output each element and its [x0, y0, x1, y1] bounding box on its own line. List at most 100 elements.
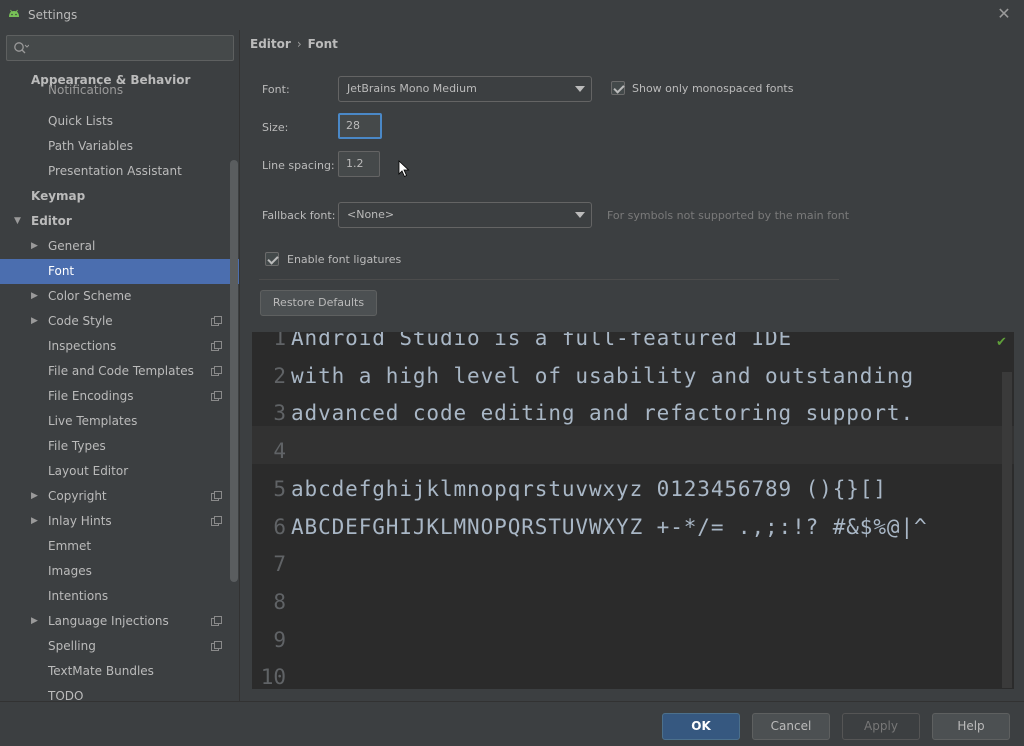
sidebar-scrollbar[interactable] [230, 160, 238, 582]
project-scope-icon [211, 516, 222, 526]
sidebar-item-label: TextMate Bundles [48, 664, 154, 678]
sidebar-item-label: Inlay Hints [48, 514, 112, 528]
sidebar-item-file-and-code-templates[interactable]: File and Code Templates [0, 359, 239, 384]
sidebar-item-language-injections[interactable]: ▶ Language Injections [0, 609, 239, 634]
line-number: 6 [273, 514, 286, 539]
breadcrumb-current: Font [307, 37, 338, 51]
line-number: 4 [273, 439, 286, 464]
font-preview-editor[interactable]: 1 Android Studio is a full-featured IDE 2 w… [252, 332, 1014, 689]
sidebar-item-general[interactable]: ▶ General [0, 234, 239, 259]
sidebar-item-path-variables[interactable]: Path Variables [0, 134, 239, 159]
sidebar-item-label: Images [48, 564, 92, 578]
project-scope-icon [211, 316, 222, 326]
mouse-cursor-icon [398, 160, 410, 178]
preview-scrollbar[interactable] [1002, 372, 1012, 688]
ligatures-checkbox[interactable] [265, 252, 279, 266]
sidebar-item-label: TODO [48, 689, 84, 701]
sidebar-item-label: Emmet [48, 539, 92, 553]
monospaced-label: Show only monospaced fonts [632, 82, 794, 95]
collapse-arrow-icon[interactable]: ▶ [31, 609, 38, 634]
line-number: 2 [273, 363, 286, 388]
window-title: Settings [28, 8, 78, 22]
sidebar-item-label: Presentation Assistant [48, 164, 182, 178]
sidebar-item-inspections[interactable]: Inspections [0, 334, 239, 359]
sidebar-item-file-encodings[interactable]: File Encodings [0, 384, 239, 409]
breadcrumb: Editor › Font [250, 37, 338, 51]
sidebar-item-keymap[interactable]: Keymap [0, 184, 239, 209]
chevron-down-icon [575, 212, 585, 218]
restore-defaults-button[interactable]: Restore Defaults [260, 290, 377, 316]
apply-button[interactable]: Apply [842, 713, 920, 740]
sidebar-item-quick-lists[interactable]: Quick Lists [0, 109, 239, 134]
fallback-hint: For symbols not supported by the main fo… [607, 209, 850, 222]
sidebar-item-label: Code Style [48, 314, 113, 328]
fallback-font-label: Fallback font: [262, 209, 336, 222]
current-line-highlight [252, 426, 1014, 464]
help-button[interactable]: Help [932, 713, 1010, 740]
sidebar-item-color-scheme[interactable]: ▶ Color Scheme [0, 284, 239, 309]
fallback-font-dropdown[interactable]: <None> [338, 202, 592, 228]
settings-sidebar: Appearance & Behavior Notifications Quick … [0, 30, 240, 701]
search-icon [14, 42, 29, 54]
sidebar-item-label: Color Scheme [48, 289, 132, 303]
line-number: 9 [273, 627, 286, 652]
sidebar-item-label: Quick Lists [48, 114, 113, 128]
sidebar-item-spelling[interactable]: Spelling [0, 634, 239, 659]
sidebar-item-layout-editor[interactable]: Layout Editor [0, 459, 239, 484]
fallback-font-value: <None> [347, 208, 395, 221]
font-dropdown[interactable]: JetBrains Mono Medium [338, 76, 592, 102]
sidebar-item-label: Spelling [48, 639, 96, 653]
preview-code-line: with a high level of usability and outst… [291, 363, 914, 388]
sidebar-item-font[interactable]: Font [0, 259, 239, 284]
sidebar-item-copyright[interactable]: ▶ Copyright [0, 484, 239, 509]
sidebar-item-presentation-assistant[interactable]: Presentation Assistant [0, 159, 239, 184]
sidebar-item-todo[interactable]: TODO [0, 684, 239, 701]
line-number: 7 [273, 552, 286, 577]
monospaced-checkbox[interactable] [611, 81, 625, 95]
search-input[interactable] [6, 35, 234, 61]
line-number: 1 [273, 332, 286, 350]
sidebar-item-notifications[interactable]: Notifications [0, 84, 239, 96]
sidebar-item-inlay-hints[interactable]: ▶ Inlay Hints [0, 509, 239, 534]
sidebar-item-label: File and Code Templates [48, 364, 194, 378]
sidebar-item-label: File Types [48, 439, 106, 453]
sidebar-item-textmate-bundles[interactable]: TextMate Bundles [0, 659, 239, 684]
sidebar-item-live-templates[interactable]: Live Templates [0, 409, 239, 434]
sidebar-item-code-style[interactable]: ▶ Code Style [0, 309, 239, 334]
title-bar: Settings ✕ [0, 0, 1024, 30]
breadcrumb-parent[interactable]: Editor [250, 37, 291, 51]
font-label: Font: [262, 83, 290, 96]
collapse-arrow-icon[interactable]: ▶ [31, 284, 38, 309]
line-number: 3 [273, 401, 286, 426]
ok-button[interactable]: OK [662, 713, 740, 740]
collapse-arrow-icon[interactable]: ▶ [31, 309, 38, 334]
sidebar-item-label: General [48, 239, 96, 253]
breadcrumb-separator-icon: › [296, 37, 302, 51]
sidebar-item-label: Keymap [31, 189, 86, 203]
close-icon[interactable]: ✕ [994, 4, 1014, 24]
dialog-buttons-bar: OK Cancel Apply Help [0, 701, 1024, 746]
sidebar-item-emmet[interactable]: Emmet [0, 534, 239, 559]
sidebar-item-file-types[interactable]: File Types [0, 434, 239, 459]
sidebar-item-editor[interactable]: ▼ Editor [0, 209, 239, 234]
collapse-arrow-icon[interactable]: ▶ [31, 484, 38, 509]
project-scope-icon [211, 491, 222, 501]
sidebar-item-label: Font [48, 264, 75, 278]
font-dropdown-value: JetBrains Mono Medium [347, 82, 477, 95]
line-spacing-field[interactable]: 1.2 [338, 151, 380, 177]
divider [259, 279, 839, 280]
size-field[interactable]: 28 [338, 113, 382, 139]
sidebar-item-intentions[interactable]: Intentions [0, 584, 239, 609]
sidebar-item-label: Layout Editor [48, 464, 129, 478]
collapse-arrow-icon[interactable]: ▶ [31, 509, 38, 534]
line-number: 8 [273, 589, 286, 614]
sidebar-item-images[interactable]: Images [0, 559, 239, 584]
cancel-button[interactable]: Cancel [752, 713, 830, 740]
project-scope-icon [211, 341, 222, 351]
size-label: Size: [262, 121, 289, 134]
project-scope-icon [211, 641, 222, 651]
collapse-arrow-icon[interactable]: ▶ [31, 234, 38, 259]
expand-arrow-icon[interactable]: ▼ [14, 209, 21, 234]
android-icon [9, 9, 19, 17]
line-number: 10 [260, 665, 286, 689]
